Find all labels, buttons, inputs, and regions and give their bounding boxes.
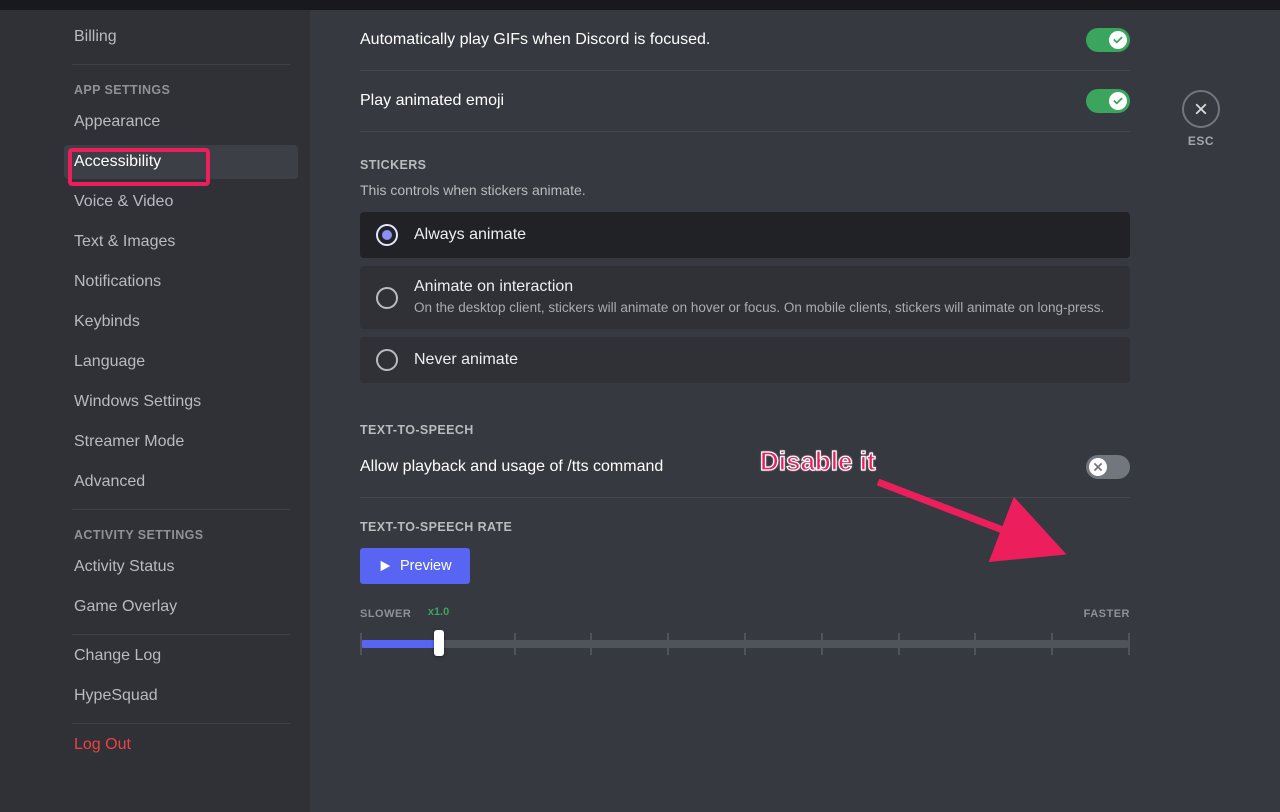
toggle-gifs[interactable]: [1086, 28, 1130, 52]
section-title-tts-rate: TEXT-TO-SPEECH RATE: [360, 520, 1130, 534]
setting-row-tts: Allow playback and usage of /tts command: [360, 437, 1130, 497]
radio-label: Animate on interaction: [414, 278, 1104, 296]
sidebar-separator: [72, 723, 290, 724]
sidebar-item-advanced[interactable]: Advanced: [64, 465, 298, 499]
sidebar-item-text-images[interactable]: Text & Images: [64, 225, 298, 259]
toggle-tts[interactable]: [1086, 455, 1130, 479]
close-settings: ESC: [1182, 90, 1220, 148]
section-title-stickers: STICKERS: [360, 158, 1130, 172]
x-icon: [1089, 458, 1107, 476]
preview-button-label: Preview: [400, 558, 452, 574]
sidebar-separator: [72, 634, 290, 635]
setting-label: Allow playback and usage of /tts command: [360, 458, 663, 476]
radio-icon: [376, 349, 398, 371]
sidebar-item-notifications[interactable]: Notifications: [64, 265, 298, 299]
sidebar-item-windows-settings[interactable]: Windows Settings: [64, 385, 298, 419]
window-titlebar: [0, 0, 1280, 10]
sidebar-separator: [72, 509, 290, 510]
radio-label: Always animate: [414, 226, 526, 244]
divider: [360, 497, 1130, 498]
sidebar-item-appearance[interactable]: Appearance: [64, 105, 298, 139]
section-title-tts: TEXT-TO-SPEECH: [360, 423, 1130, 437]
sidebar-item-activity-status[interactable]: Activity Status: [64, 550, 298, 584]
radio-icon: [376, 287, 398, 309]
close-icon: [1193, 101, 1209, 117]
tts-rate-slider[interactable]: [360, 626, 1130, 660]
sidebar-item-log-out[interactable]: Log Out: [64, 728, 298, 762]
tts-rate-control: SLOWER FASTER x1.0: [360, 608, 1130, 660]
sidebar-item-change-log[interactable]: Change Log: [64, 639, 298, 673]
sidebar-item-hypesquad[interactable]: HypeSquad: [64, 679, 298, 713]
sidebar-item-game-overlay[interactable]: Game Overlay: [64, 590, 298, 624]
radio-description: On the desktop client, stickers will ani…: [414, 299, 1104, 317]
radio-animate-on-interaction[interactable]: Animate on interaction On the desktop cl…: [360, 266, 1130, 329]
slider-ticks: [360, 626, 1130, 660]
setting-row-gifs: Automatically play GIFs when Discord is …: [360, 10, 1130, 70]
sidebar-item-language[interactable]: Language: [64, 345, 298, 379]
divider: [360, 131, 1130, 132]
setting-label: Play animated emoji: [360, 92, 504, 110]
radio-never-animate[interactable]: Never animate: [360, 337, 1130, 383]
settings-layer: Billing APP SETTINGS Appearance Accessib…: [0, 10, 1280, 812]
rate-current-value: x1.0: [428, 606, 449, 618]
rate-label-slower: SLOWER: [360, 608, 411, 620]
sidebar-item-keybinds[interactable]: Keybinds: [64, 305, 298, 339]
sidebar-item-streamer-mode[interactable]: Streamer Mode: [64, 425, 298, 459]
sidebar-separator: [72, 64, 290, 65]
settings-content: Automatically play GIFs when Discord is …: [310, 10, 1280, 812]
sidebar-header-activity-settings: ACTIVITY SETTINGS: [64, 514, 298, 550]
sidebar-item-accessibility[interactable]: Accessibility: [64, 145, 298, 179]
sidebar-header-app-settings: APP SETTINGS: [64, 69, 298, 105]
setting-label: Automatically play GIFs when Discord is …: [360, 31, 710, 49]
radio-icon: [376, 224, 398, 246]
close-button[interactable]: [1182, 90, 1220, 128]
settings-sidebar: Billing APP SETTINGS Appearance Accessib…: [0, 10, 310, 812]
check-icon: [1109, 31, 1127, 49]
preview-button[interactable]: Preview: [360, 548, 470, 584]
play-icon: [378, 559, 392, 573]
esc-label: ESC: [1188, 134, 1214, 148]
radio-always-animate[interactable]: Always animate: [360, 212, 1130, 258]
rate-label-faster: FASTER: [1084, 608, 1130, 620]
setting-row-animated-emoji: Play animated emoji: [360, 71, 1130, 131]
toggle-animated-emoji[interactable]: [1086, 89, 1130, 113]
sidebar-item-voice-video[interactable]: Voice & Video: [64, 185, 298, 219]
radio-label: Never animate: [414, 351, 518, 369]
check-icon: [1109, 92, 1127, 110]
sidebar-item-billing[interactable]: Billing: [64, 20, 298, 54]
slider-thumb[interactable]: [434, 630, 444, 656]
section-desc-stickers: This controls when stickers animate.: [360, 182, 1130, 198]
